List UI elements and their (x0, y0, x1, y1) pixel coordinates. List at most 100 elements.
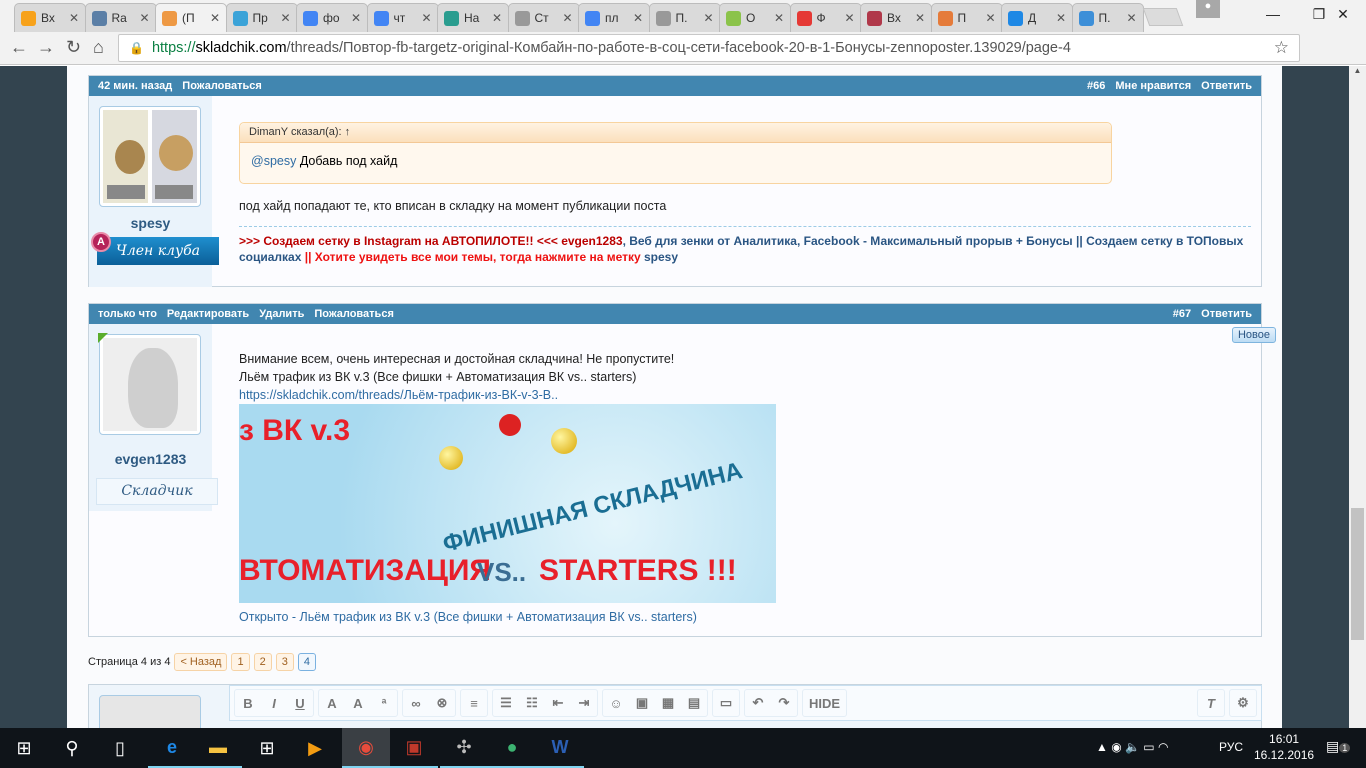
smiley-icon[interactable]: ☺ (603, 696, 629, 711)
post-number[interactable]: #67 (1173, 308, 1191, 320)
browser-tab[interactable]: О ✕ (719, 3, 791, 32)
browser-tab[interactable]: Ст ✕ (507, 3, 580, 32)
caption-link[interactable]: Открыто - Льём трафик из ВК v.3 (Все фиш… (239, 610, 697, 624)
browser-tab[interactable]: Вх ✕ (14, 3, 86, 32)
browser-tab[interactable]: фо ✕ (296, 3, 368, 32)
start-button[interactable]: ⊞ (0, 728, 48, 768)
page-4[interactable]: 4 (297, 653, 316, 671)
browser-tab[interactable]: П ✕ (930, 3, 1003, 32)
media-icon[interactable]: ▦ (655, 695, 681, 711)
close-window-button[interactable]: ✕ (1320, 0, 1366, 28)
close-tab-icon[interactable]: ✕ (280, 11, 290, 25)
media-player-icon[interactable]: ▶ (291, 728, 339, 768)
search-icon[interactable]: ⚲ (48, 728, 96, 768)
close-tab-icon[interactable]: ✕ (1056, 11, 1066, 25)
browser-tab[interactable]: (П ✕ (155, 3, 227, 32)
close-tab-icon[interactable]: ✕ (139, 11, 149, 25)
scrollbar-thumb[interactable] (1351, 508, 1364, 640)
close-tab-icon[interactable]: ✕ (915, 11, 925, 25)
underline-icon[interactable]: U (287, 696, 313, 711)
scrollbar[interactable]: ▲ (1349, 66, 1366, 728)
reply-link[interactable]: Ответить (1201, 80, 1252, 92)
browser-tab[interactable]: На ✕ (437, 3, 509, 32)
post-time[interactable]: 42 мин. назад (98, 80, 172, 92)
prev-page-button[interactable]: < Назад (174, 653, 228, 671)
explorer-icon[interactable]: ▬ (194, 728, 242, 768)
username[interactable]: evgen1283 (89, 451, 212, 467)
unlink-icon[interactable]: ⊗ (429, 695, 455, 711)
bullet-list-icon[interactable]: ☰ (493, 695, 519, 711)
close-tab-icon[interactable]: ✕ (562, 11, 572, 25)
post-time[interactable]: только что (98, 308, 157, 320)
post-number[interactable]: #66 (1087, 80, 1105, 92)
sig-tag-link[interactable]: spesy (644, 250, 678, 264)
outdent-icon[interactable]: ⇤ (545, 695, 571, 711)
undo-icon[interactable]: ↶ (745, 695, 771, 711)
image-icon[interactable]: ▣ (629, 695, 655, 711)
close-tab-icon[interactable]: ✕ (69, 11, 79, 25)
hide-button[interactable]: HIDE (809, 696, 840, 711)
bookmark-star-icon[interactable]: ☆ (1274, 38, 1289, 58)
edit-link[interactable]: Редактировать (167, 308, 249, 320)
word-icon[interactable]: W (536, 728, 584, 768)
home-icon[interactable]: ⌂ (93, 37, 104, 58)
avatar[interactable] (99, 106, 201, 207)
report-link[interactable]: Пожаловаться (314, 308, 394, 320)
profile-icon[interactable]: ● (1196, 0, 1220, 18)
sig-user-link[interactable]: evgen1283 (561, 234, 622, 248)
numbered-list-icon[interactable]: ☷ (519, 695, 545, 711)
browser-tab[interactable]: Пр ✕ (225, 3, 298, 32)
indent-icon[interactable]: ⇥ (571, 695, 597, 711)
language-indicator[interactable]: РУС (1219, 740, 1243, 754)
page-2[interactable]: 2 (253, 653, 272, 671)
insert-icon[interactable]: ▤ (681, 695, 707, 711)
task-view-icon[interactable]: ▯ (96, 728, 144, 768)
redo-icon[interactable]: ↷ (771, 695, 797, 711)
close-tab-icon[interactable]: ✕ (351, 11, 361, 25)
reload-icon[interactable]: ↻ (66, 37, 81, 58)
mention-link[interactable]: @spesy (251, 154, 296, 168)
close-tab-icon[interactable]: ✕ (844, 11, 854, 25)
close-tab-icon[interactable]: ✕ (774, 11, 784, 25)
close-tab-icon[interactable]: ✕ (985, 11, 995, 25)
clock[interactable]: 16:01 16.12.2016 (1254, 731, 1314, 763)
link-icon[interactable]: ∞ (403, 696, 429, 711)
italic-icon[interactable]: I (261, 696, 287, 711)
floppy-app-icon[interactable]: ▣ (390, 728, 438, 768)
app-icon[interactable]: ✣ (440, 728, 488, 768)
toggle-bbcode-icon[interactable]: ⚙ (1230, 695, 1256, 711)
delete-link[interactable]: Удалить (259, 308, 304, 320)
reply-link[interactable]: Ответить (1201, 308, 1252, 320)
close-tab-icon[interactable]: ✕ (492, 11, 502, 25)
tray-icons[interactable]: ▲ ◉ 🔈 ▭ ◠ (1096, 740, 1168, 754)
new-tab-button[interactable] (1142, 8, 1184, 26)
browser-tab[interactable]: Ф ✕ (789, 3, 862, 32)
minimize-button[interactable]: — (1250, 0, 1296, 28)
remove-format-icon[interactable]: T (1198, 696, 1224, 711)
notifications-icon[interactable]: ▤ 1 (1326, 738, 1351, 755)
like-link[interactable]: Мне нравится (1115, 80, 1191, 92)
avatar[interactable] (98, 333, 201, 435)
close-tab-icon[interactable]: ✕ (633, 11, 643, 25)
browser-tab[interactable]: П. ✕ (1071, 3, 1144, 32)
username[interactable]: spesy (89, 215, 212, 231)
text-color-icon[interactable]: A (319, 696, 345, 711)
chrome-icon[interactable]: ◉ (342, 728, 390, 768)
bold-icon[interactable]: B (235, 696, 261, 711)
report-link[interactable]: Пожаловаться (182, 80, 262, 92)
sig-link[interactable]: Создаем сетку в Instagram на АВТОПИЛОТЕ!… (263, 234, 533, 248)
font-size-icon[interactable]: A (345, 696, 371, 711)
close-tab-icon[interactable]: ✕ (210, 11, 220, 25)
close-tab-icon[interactable]: ✕ (421, 11, 431, 25)
back-icon[interactable]: ← (10, 37, 28, 58)
browser-tab[interactable]: пл ✕ (578, 3, 650, 32)
thread-link[interactable]: https://skladchik.com/threads/Льём-трафи… (239, 388, 558, 402)
browser-tab[interactable]: чт ✕ (366, 3, 439, 32)
close-tab-icon[interactable]: ✕ (703, 11, 713, 25)
browser-tab[interactable]: Д ✕ (1001, 3, 1073, 32)
close-tab-icon[interactable]: ✕ (1126, 11, 1136, 25)
forward-icon[interactable]: → (37, 37, 55, 58)
colors-app-icon[interactable]: ● (488, 728, 536, 768)
font-family-icon[interactable]: ª (371, 696, 397, 711)
save-draft-icon[interactable]: ▭ (713, 695, 739, 711)
